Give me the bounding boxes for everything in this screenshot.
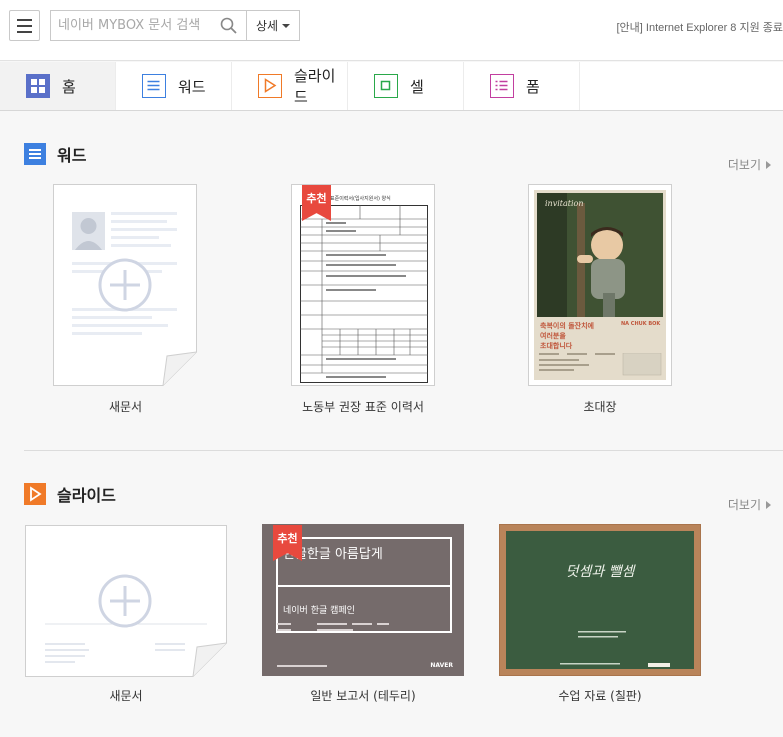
home-grid-icon <box>26 74 50 98</box>
resume-thumbnail: 표준이력서(입사지원서) 양식 추천 <box>291 184 435 386</box>
naver-logo: NAVER <box>430 662 453 669</box>
baby-photo: invitation <box>537 193 663 317</box>
template-card-word-new[interactable]: 새문서 <box>53 184 198 419</box>
template-caption: 일반 보고서 (테두리) <box>310 689 416 703</box>
invitation-headline: 축복이의 돌잔치에 여러분을 초대합니다 <box>540 321 594 351</box>
invitation-headline-line: 여러분을 <box>540 332 566 340</box>
invitation-details-graphic <box>539 353 662 376</box>
slide-play-icon <box>24 483 46 505</box>
tab-label: 워드 <box>178 77 206 96</box>
blank-slide-thumbnail <box>25 525 227 677</box>
word-section-title: 워드 <box>24 142 86 166</box>
template-card-slide-report[interactable]: 한글한글 아름답게 네이버 한글 캠페인 NAVER 추천 일반 보고서 (테두… <box>262 524 464 710</box>
search-input[interactable] <box>51 11 216 40</box>
form-list-icon <box>490 74 514 98</box>
search-icon[interactable] <box>220 17 237 34</box>
word-more-link[interactable]: 더보기 <box>728 156 771 173</box>
detail-search-label: 상세 <box>255 19 279 33</box>
chevron-down-icon <box>282 23 291 28</box>
tab-form[interactable]: 폼 <box>464 62 580 110</box>
chalkboard-details-graphic <box>560 631 670 667</box>
section-title-text: 워드 <box>57 146 87 165</box>
chevron-right-icon <box>766 160 771 169</box>
tab-cell[interactable]: 셀 <box>348 62 464 110</box>
tab-label: 슬라이드 <box>294 67 336 106</box>
template-caption: 새문서 <box>108 400 143 414</box>
word-doc-icon <box>142 74 166 98</box>
more-label: 더보기 <box>727 158 761 172</box>
report-thumbnail: 한글한글 아름답게 네이버 한글 캠페인 NAVER 추천 <box>262 524 464 676</box>
top-bar: 상세 [안내] Internet Explorer 8 지원 종료 <box>0 0 783 61</box>
tab-word[interactable]: 워드 <box>116 62 232 110</box>
tab-label: 셀 <box>410 77 424 96</box>
slide-play-icon <box>258 74 282 98</box>
invitation-script-text: invitation <box>545 199 584 208</box>
template-card-slide-new[interactable]: 새문서 <box>25 525 227 710</box>
template-caption: 새문서 <box>109 689 143 703</box>
detail-search-button[interactable]: 상세 <box>246 10 300 41</box>
chalkboard-thumbnail: 덧셈과 뺄셈 <box>499 524 701 676</box>
invitation-headline-line: 초대합니다 <box>540 342 573 350</box>
template-caption: 초대장 <box>583 400 617 414</box>
slide-section-title: 슬라이드 <box>24 482 116 506</box>
template-card-slide-chalkboard[interactable]: 덧셈과 뺄셈 수업 자료 (칠판) <box>499 524 701 710</box>
hamburger-icon-line <box>17 25 32 27</box>
ie8-notice-link[interactable]: [안내] Internet Explorer 8 지원 종료 <box>617 19 783 35</box>
tab-home[interactable]: 홈 <box>0 62 116 110</box>
section-divider <box>24 450 783 451</box>
invitation-name: NA CHUK BOK <box>621 321 661 327</box>
cell-sheet-icon <box>374 74 398 98</box>
invitation-headline-line: 축복이의 돌잔치에 <box>540 322 594 330</box>
chalkboard-title: 덧셈과 뺄셈 <box>565 564 635 580</box>
template-caption: 수업 자료 (칠판) <box>558 689 642 703</box>
template-card-word-invitation[interactable]: invitation 축복이의 돌잔치에 여러분을 초대합니다 NA CHUK … <box>528 184 672 419</box>
word-doc-icon <box>24 143 46 165</box>
hamburger-icon-line <box>17 19 32 21</box>
chevron-right-icon <box>766 500 771 509</box>
resume-thumb-title: 표준이력서(입사지원서) 양식 <box>330 196 391 202</box>
hamburger-icon-line <box>17 31 32 33</box>
section-title-text: 슬라이드 <box>57 486 116 505</box>
template-caption: 노동부 권장 표준 이력서 <box>302 400 424 414</box>
blank-document-thumbnail <box>53 184 197 386</box>
search-box <box>50 10 247 41</box>
tab-label: 홈 <box>62 77 76 96</box>
tab-slide[interactable]: 슬라이드 <box>232 62 348 110</box>
invitation-thumbnail: invitation 축복이의 돌잔치에 여러분을 초대합니다 NA CHUK … <box>528 184 672 386</box>
resume-table-graphic <box>300 205 428 383</box>
menu-button[interactable] <box>9 10 40 41</box>
slide-more-link[interactable]: 더보기 <box>728 496 771 513</box>
report-thumb-subtitle: 네이버 한글 캠페인 <box>283 606 355 616</box>
more-label: 더보기 <box>727 498 761 512</box>
tab-label: 폼 <box>526 77 540 96</box>
template-card-word-resume[interactable]: 표준이력서(입사지원서) 양식 추천 노동부 권장 표준 이력서 <box>291 184 435 419</box>
app-tabs: 홈 워드 슬라이드 셀 폼 <box>0 62 783 111</box>
report-frame-line <box>276 585 452 587</box>
